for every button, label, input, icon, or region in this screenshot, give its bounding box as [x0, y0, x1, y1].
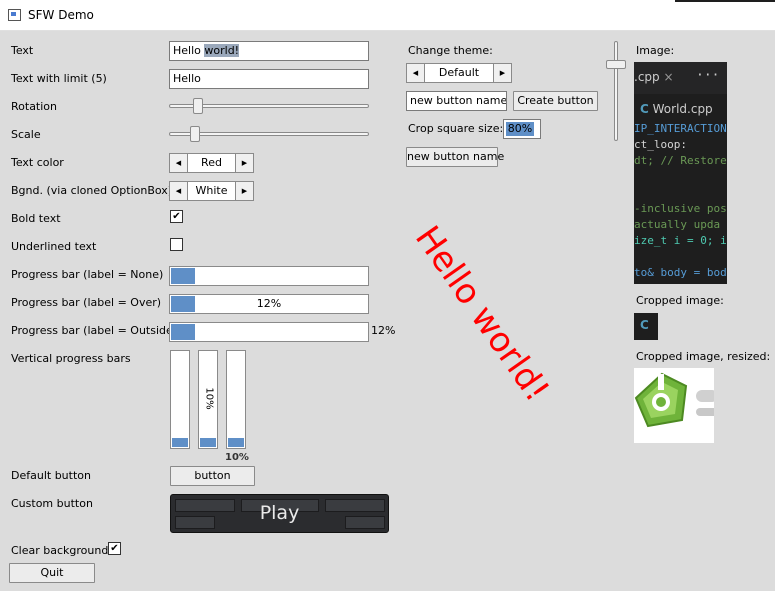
label-cropped-image: Cropped image:: [636, 294, 724, 307]
label-text-limit: Text with limit (5): [11, 72, 107, 85]
theme-value: Default: [438, 66, 480, 79]
label-background: Bgnd. (via cloned OptionBox): [11, 184, 173, 197]
clear-background-checkbox[interactable]: ✔: [108, 542, 121, 555]
cropped-image: C: [634, 313, 658, 340]
progress-bar-none: [169, 266, 369, 286]
code-line: IP_INTERACTION: [634, 122, 727, 135]
rotated-hello-text: Hello world!: [407, 218, 557, 410]
title-bar: SFW Demo: [0, 0, 775, 31]
window-title: SFW Demo: [28, 8, 94, 22]
quit-button[interactable]: Quit: [9, 563, 95, 583]
code-line: -inclusive pos: [634, 202, 727, 215]
rotation-slider[interactable]: [169, 98, 369, 114]
vertical-outside-label: 10%: [225, 452, 249, 463]
background-value: White: [195, 184, 228, 197]
rotation-slider-handle[interactable]: [193, 98, 203, 114]
label-underlined-text: Underlined text: [11, 240, 97, 253]
label-progress-none: Progress bar (label = None): [11, 268, 164, 281]
progress-outside-label: 12%: [371, 324, 396, 337]
cpp-file-icon: C: [640, 102, 649, 116]
scale-slider-handle[interactable]: [190, 126, 200, 142]
vertical-slider[interactable]: [606, 41, 626, 141]
vertical-progress-label: 10%: [203, 387, 215, 410]
progress-fill: [228, 438, 244, 447]
label-cropped-resized: Cropped image, resized:: [636, 350, 771, 363]
arrow-right-icon[interactable]: ▶: [235, 154, 253, 172]
bold-checkbox[interactable]: ✔: [170, 210, 183, 223]
code-line: ct_loop:: [634, 138, 687, 151]
vertical-progress-bar-outside: [226, 350, 246, 449]
code-line: ize_t i = 0; i: [634, 234, 727, 247]
editor-file-title: C World.cpp: [640, 102, 713, 116]
text-input[interactable]: Hello world!: [169, 41, 369, 61]
progress-fill: [172, 438, 188, 447]
progress-fill: [200, 438, 216, 447]
crop-size-value: 80%: [506, 122, 534, 136]
editor-tab: .cpp ×: [634, 70, 674, 84]
progress-fill: [171, 324, 195, 340]
slider-track: [614, 41, 618, 141]
label-bold-text: Bold text: [11, 212, 61, 225]
progress-bar-over: 12%: [169, 294, 369, 314]
label-image: Image:: [636, 44, 675, 57]
progress-bar-outside: [169, 322, 369, 342]
label-clear-background: Clear background: [11, 544, 109, 557]
new-button-name-input[interactable]: new button name: [406, 91, 507, 111]
label-custom-button: Custom button: [11, 497, 93, 510]
app-icon: [8, 9, 21, 21]
label-progress-over: Progress bar (label = Over): [11, 296, 162, 309]
scale-slider[interactable]: [169, 126, 369, 142]
main-panel: Text Text with limit (5) Rotation Scale …: [0, 31, 775, 591]
vertical-progress-bar-none: [170, 350, 190, 449]
label-vertical-progress: Vertical progress bars: [11, 352, 131, 365]
label-scale: Scale: [11, 128, 41, 141]
editor-tab-bar: .cpp × ···: [634, 62, 727, 94]
arrow-right-icon[interactable]: ▶: [235, 182, 253, 200]
window-edge: [675, 0, 775, 2]
cropped-resized-image: [634, 368, 714, 443]
text-input-selection: world!: [204, 44, 240, 57]
label-text: Text: [11, 44, 34, 57]
code-line: dt; // Restore: [634, 154, 727, 167]
label-rotation: Rotation: [11, 100, 58, 113]
code-line: to& body = bod: [634, 266, 727, 279]
more-icon: ···: [696, 68, 720, 83]
arrow-left-icon[interactable]: ◀: [407, 64, 425, 82]
underlined-checkbox[interactable]: [170, 238, 183, 251]
text-input-value: Hello: [173, 44, 205, 57]
default-button[interactable]: button: [170, 466, 255, 486]
cpp-file-icon: C: [640, 318, 649, 332]
crop-size-input[interactable]: 80%: [503, 119, 541, 139]
vertical-slider-handle[interactable]: [606, 60, 626, 69]
logo-icon: [634, 372, 714, 428]
editor-file-name: World.cpp: [652, 102, 713, 116]
play-button-label: Play: [259, 502, 300, 524]
label-text-color: Text color: [11, 156, 64, 169]
theme-optionbox[interactable]: ◀ Default ▶: [406, 63, 512, 83]
text-limit-input[interactable]: Hello: [169, 69, 369, 89]
vertical-progress-bar-over: 10%: [198, 350, 218, 449]
code-line: actually upda: [634, 218, 721, 231]
arrow-left-icon[interactable]: ◀: [170, 182, 188, 200]
editor-tab-name: .cpp: [634, 70, 660, 84]
new-button-name[interactable]: new button name: [406, 147, 504, 167]
background-optionbox[interactable]: ◀ White ▶: [169, 181, 254, 201]
label-crop-size: Crop square size:: [408, 122, 504, 135]
label-default-button: Default button: [11, 469, 91, 482]
progress-label: 12%: [256, 297, 282, 310]
close-icon: ×: [663, 70, 674, 84]
play-button[interactable]: Play: [170, 494, 389, 533]
label-change-theme: Change theme:: [408, 44, 493, 57]
text-color-optionbox[interactable]: ◀ Red ▶: [169, 153, 254, 173]
create-button[interactable]: Create button: [513, 91, 598, 111]
arrow-left-icon[interactable]: ◀: [170, 154, 188, 172]
arrow-right-icon[interactable]: ▶: [493, 64, 511, 82]
text-color-value: Red: [201, 156, 222, 169]
code-screenshot-image: .cpp × ··· C World.cpp IP_INTERACTION ct…: [634, 62, 727, 284]
label-progress-outside: Progress bar (label = Outside): [11, 324, 178, 337]
progress-fill: [171, 268, 195, 284]
